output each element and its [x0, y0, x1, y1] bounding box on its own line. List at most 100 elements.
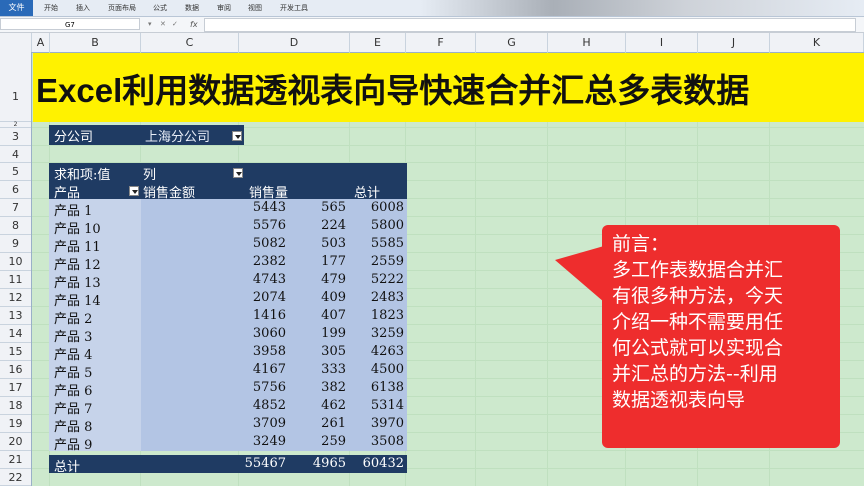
- tab-formulas[interactable]: 公式: [153, 0, 167, 16]
- filter-dropdown-icon[interactable]: [232, 131, 242, 141]
- qty-cell[interactable]: 407: [289, 307, 349, 325]
- column-header[interactable]: J: [698, 33, 770, 52]
- row-label-cell[interactable]: 产品 8: [49, 415, 141, 435]
- table-row[interactable]: 产品 2 1416 407 1823: [49, 307, 407, 327]
- qty-cell[interactable]: 224: [289, 217, 349, 235]
- qty-cell[interactable]: 409: [289, 289, 349, 307]
- row-label-cell[interactable]: 产品 6: [49, 379, 141, 399]
- column-header[interactable]: C: [141, 33, 239, 52]
- row-header[interactable]: 15: [0, 343, 31, 361]
- total-cell[interactable]: 5222: [349, 271, 407, 289]
- table-row[interactable]: 产品 14 2074 409 2483: [49, 289, 407, 309]
- name-box[interactable]: G7: [0, 18, 140, 30]
- column-header[interactable]: E: [350, 33, 406, 52]
- amount-cell[interactable]: 2382: [141, 253, 289, 271]
- row-filter-dropdown-icon[interactable]: [129, 186, 139, 196]
- table-row[interactable]: 产品 4 3958 305 4263: [49, 343, 407, 363]
- qty-cell[interactable]: 177: [289, 253, 349, 271]
- row-header[interactable]: 10: [0, 253, 31, 271]
- total-cell[interactable]: 4263: [349, 343, 407, 361]
- row-header[interactable]: 3: [0, 128, 31, 146]
- table-row[interactable]: 产品 8 3709 261 3970: [49, 415, 407, 435]
- amount-cell[interactable]: 3709: [141, 415, 289, 433]
- column-header[interactable]: G: [476, 33, 548, 52]
- amount-cell[interactable]: 4743: [141, 271, 289, 289]
- row-header[interactable]: 12: [0, 289, 31, 307]
- row-header[interactable]: 13: [0, 307, 31, 325]
- formula-input[interactable]: [204, 18, 856, 32]
- row-header[interactable]: 21: [0, 451, 31, 469]
- tab-review[interactable]: 审阅: [217, 0, 231, 16]
- total-cell[interactable]: 3259: [349, 325, 407, 343]
- table-row[interactable]: 产品 13 4743 479 5222: [49, 271, 407, 291]
- row-header[interactable]: 8: [0, 217, 31, 235]
- column-header[interactable]: I: [626, 33, 698, 52]
- table-row[interactable]: 产品 1 5443 565 6008: [49, 199, 407, 219]
- row-header[interactable]: 14: [0, 325, 31, 343]
- row-header[interactable]: 6: [0, 181, 31, 199]
- qty-cell[interactable]: 259: [289, 433, 349, 451]
- amount-cell[interactable]: 3249: [141, 433, 289, 451]
- total-cell[interactable]: 1823: [349, 307, 407, 325]
- row-label-cell[interactable]: 产品 7: [49, 397, 141, 417]
- amount-cell[interactable]: 5756: [141, 379, 289, 397]
- qty-cell[interactable]: 565: [289, 199, 349, 217]
- row-header[interactable]: 11: [0, 271, 31, 289]
- column-header[interactable]: H: [548, 33, 626, 52]
- tab-home[interactable]: 开始: [44, 0, 58, 16]
- qty-cell[interactable]: 305: [289, 343, 349, 361]
- row-header[interactable]: 1: [0, 52, 31, 122]
- tab-insert[interactable]: 插入: [76, 0, 90, 16]
- row-header[interactable]: 19: [0, 415, 31, 433]
- row-header[interactable]: 5: [0, 163, 31, 181]
- row-label-cell[interactable]: 产品 10: [49, 217, 141, 237]
- row-header[interactable]: 9: [0, 235, 31, 253]
- amount-cell[interactable]: 4167: [141, 361, 289, 379]
- cancel-icon[interactable]: ✕: [160, 17, 166, 32]
- tab-page-layout[interactable]: 页面布局: [108, 0, 136, 16]
- row-header[interactable]: 4: [0, 146, 31, 163]
- qty-cell[interactable]: 382: [289, 379, 349, 397]
- qty-cell[interactable]: 199: [289, 325, 349, 343]
- row-label-cell[interactable]: 产品 13: [49, 271, 141, 291]
- amount-cell[interactable]: 5082: [141, 235, 289, 253]
- row-label-cell[interactable]: 产品 5: [49, 361, 141, 381]
- row-label-cell[interactable]: 产品 1: [49, 199, 141, 219]
- row-label-cell[interactable]: 产品 14: [49, 289, 141, 309]
- total-cell[interactable]: 6138: [349, 379, 407, 397]
- table-row[interactable]: 产品 10 5576 224 5800: [49, 217, 407, 237]
- total-cell[interactable]: 4500: [349, 361, 407, 379]
- table-row[interactable]: 产品 7 4852 462 5314: [49, 397, 407, 417]
- pivot-grand-total-row[interactable]: 总计 55467 4965 60432: [49, 455, 407, 475]
- row-label-cell[interactable]: 产品 4: [49, 343, 141, 363]
- row-header[interactable]: 20: [0, 433, 31, 451]
- qty-cell[interactable]: 333: [289, 361, 349, 379]
- table-row[interactable]: 产品 9 3249 259 3508: [49, 433, 407, 453]
- row-label-cell[interactable]: 产品 3: [49, 325, 141, 345]
- select-all-corner[interactable]: [0, 33, 32, 52]
- row-header[interactable]: 16: [0, 361, 31, 379]
- row-label-cell[interactable]: 产品 11: [49, 235, 141, 255]
- column-header[interactable]: B: [50, 33, 141, 52]
- qty-cell[interactable]: 462: [289, 397, 349, 415]
- amount-cell[interactable]: 5443: [141, 199, 289, 217]
- column-header[interactable]: A: [32, 33, 50, 52]
- row-label-cell[interactable]: 产品 12: [49, 253, 141, 273]
- table-row[interactable]: 产品 3 3060 199 3259: [49, 325, 407, 345]
- total-cell[interactable]: 3970: [349, 415, 407, 433]
- row-label-cell[interactable]: 产品 2: [49, 307, 141, 327]
- total-cell[interactable]: 5314: [349, 397, 407, 415]
- row-header[interactable]: 7: [0, 199, 31, 217]
- tab-view[interactable]: 视图: [248, 0, 262, 16]
- row-label-cell[interactable]: 产品 9: [49, 433, 141, 453]
- total-cell[interactable]: 2559: [349, 253, 407, 271]
- column-header[interactable]: F: [406, 33, 476, 52]
- table-row[interactable]: 产品 11 5082 503 5585: [49, 235, 407, 255]
- table-row[interactable]: 产品 6 5756 382 6138: [49, 379, 407, 399]
- tab-data[interactable]: 数据: [185, 0, 199, 16]
- table-row[interactable]: 产品 5 4167 333 4500: [49, 361, 407, 381]
- enter-icon[interactable]: ✓: [172, 17, 178, 32]
- table-row[interactable]: 产品 12 2382 177 2559: [49, 253, 407, 273]
- tab-developer[interactable]: 开发工具: [280, 0, 308, 16]
- amount-cell[interactable]: 5576: [141, 217, 289, 235]
